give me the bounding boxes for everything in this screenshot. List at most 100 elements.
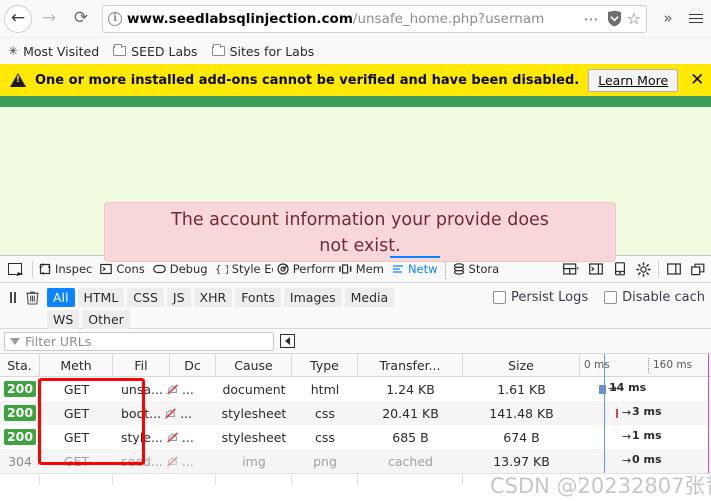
devtools-filter-bar: All HTML CSS JS XHR Fonts Images Media W…: [0, 283, 711, 329]
cell-type: png: [313, 453, 337, 469]
column-header-domain[interactable]: Dc: [170, 353, 216, 377]
column-header-file[interactable]: Fil: [113, 353, 170, 377]
waterfall-tick-0ms: 0 ms: [584, 358, 610, 371]
tab-label: Mem: [355, 262, 384, 276]
folder-icon: [113, 44, 127, 56]
filter-chip-js[interactable]: JS: [166, 288, 191, 307]
cell-transferred: 685 B: [392, 429, 429, 445]
watermark: CSDN @20232807张哲: [490, 474, 711, 498]
account-error-alert: The account information your provide doe…: [104, 202, 616, 262]
filter-chip-css[interactable]: CSS: [127, 288, 164, 307]
divider: [658, 260, 659, 278]
alert-line-1: The account information your provide doe…: [171, 210, 549, 231]
shield-icon[interactable]: [607, 10, 622, 27]
cell-status: 200: [0, 429, 40, 445]
domain-text: ...: [180, 405, 192, 421]
filter-chip-media[interactable]: Media: [344, 288, 395, 307]
tab-label: Inspec: [55, 262, 93, 276]
collapse-panel-icon[interactable]: [280, 334, 295, 348]
column-header-type[interactable]: Type: [292, 353, 358, 377]
close-icon[interactable]: ✕: [687, 71, 707, 89]
forward-arrow-icon[interactable]: →: [34, 4, 64, 34]
filter-chip-other[interactable]: Other: [82, 310, 130, 329]
chevron-double-right-icon[interactable]: »: [653, 4, 683, 34]
settings-gear-icon[interactable]: [632, 258, 655, 281]
column-header-method[interactable]: Meth: [40, 353, 113, 377]
cell-size: 13.97 KB: [493, 453, 550, 469]
folder-icon: [211, 44, 225, 56]
tab-console[interactable]: Cons: [96, 256, 148, 283]
cell-file: unsa... ...: [113, 382, 216, 397]
tab-performance[interactable]: Perform: [273, 256, 335, 283]
reload-icon[interactable]: ⟳: [66, 4, 96, 34]
cell-transferred: 20.41 KB: [382, 405, 439, 421]
column-header-transferred[interactable]: Transfer...: [358, 353, 463, 377]
table-header-row: Sta. Meth Fil Dc Cause Type Transfer... …: [0, 353, 711, 377]
cell-size: 674 B: [503, 429, 540, 445]
cell-type: css: [315, 429, 335, 445]
filter-chip-html[interactable]: HTML: [77, 288, 125, 307]
tab-label: Perform: [292, 262, 335, 276]
addon-notification-bar: One or more installed add-ons cannot be …: [0, 64, 711, 96]
cell-transferred: cached: [388, 453, 433, 469]
filter-chip-xhr[interactable]: XHR: [193, 288, 233, 307]
filter-chip-all[interactable]: All: [47, 288, 75, 307]
column-header-size[interactable]: Size: [463, 353, 580, 377]
pause-icon[interactable]: [4, 286, 20, 303]
navigation-toolbar: ← → ⟳ i www.seedlabsqlinjection.com/unsa…: [0, 0, 711, 38]
column-header-cause[interactable]: Cause: [216, 353, 292, 377]
tab-style-editor[interactable]: { } Style Ed: [211, 256, 273, 283]
bookmark-label: Sites for Labs: [229, 43, 315, 59]
learn-more-button[interactable]: Learn More: [588, 68, 679, 92]
bookmark-seed-labs[interactable]: SEED Labs: [113, 44, 198, 59]
table-row[interactable]: 200 GET boot... ... stylesheet css 20.41…: [0, 401, 711, 425]
back-arrow-icon[interactable]: ←: [4, 4, 32, 33]
trash-icon[interactable]: [20, 286, 47, 309]
bookmark-sites-for-labs[interactable]: Sites for Labs: [211, 43, 315, 59]
site-info-icon[interactable]: i: [108, 11, 122, 26]
tab-label: Netw: [407, 262, 438, 276]
tab-network[interactable]: Netw: [388, 255, 442, 283]
filter-chip-fonts[interactable]: Fonts: [235, 288, 281, 307]
starburst-icon: ✳: [8, 44, 19, 58]
cell-cause: img: [242, 453, 266, 469]
tab-memory[interactable]: Mem: [335, 256, 388, 283]
url-input[interactable]: www.seedlabsqlinjection.com/unsafe_home.…: [127, 11, 577, 27]
dock-side-icon[interactable]: [662, 258, 685, 281]
filter-chip-images[interactable]: Images: [283, 288, 342, 307]
table-row[interactable]: 200 GET style... ... stylesheet css 685 …: [0, 425, 711, 449]
waterfall-tick-160ms: 160 ms: [653, 358, 693, 371]
tab-inspector[interactable]: Inspec: [35, 256, 96, 283]
cell-transferred: 1.24 KB: [386, 381, 435, 397]
tab-debugger[interactable]: Debug: [149, 256, 211, 283]
devtools-options: Persist Logs Disable cach: [493, 286, 707, 305]
domain-text: ...: [181, 429, 194, 445]
url-bar[interactable]: i www.seedlabsqlinjection.com/unsafe_hom…: [102, 4, 647, 33]
table-row[interactable]: 200 GET unsa... ... document html 1.24 K…: [0, 377, 711, 401]
status-badge: 200: [3, 381, 37, 397]
domain-text: ...: [181, 453, 194, 469]
disable-cache-checkbox[interactable]: Disable cach: [604, 290, 705, 305]
warning-triangle-icon: [10, 73, 26, 87]
column-header-status[interactable]: Sta.: [0, 353, 40, 377]
bookmarks-bar: ✳ Most Visited SEED Labs Sites for Labs: [0, 38, 711, 64]
url-host: www.seedlabsqlinjection.com: [127, 10, 353, 27]
persist-logs-checkbox[interactable]: Persist Logs: [493, 290, 588, 305]
page-content: The account information your provide doe…: [0, 107, 711, 262]
star-icon[interactable]: ☆: [627, 9, 641, 28]
svg-text:{ }: { }: [215, 265, 228, 275]
filter-chip-ws[interactable]: WS: [47, 310, 80, 329]
element-picker-icon[interactable]: [0, 263, 30, 275]
tab-storage[interactable]: Stora: [449, 256, 504, 283]
request-type-filters: All HTML CSS JS XHR Fonts Images Media W…: [47, 286, 412, 329]
detach-window-icon[interactable]: [686, 258, 709, 281]
hamburger-menu-icon[interactable]: [685, 13, 707, 24]
search-input[interactable]: Filter URLs: [4, 331, 274, 351]
bookmark-most-visited[interactable]: ✳ Most Visited: [8, 44, 99, 59]
waterfall-header: 0 ms 160 ms: [580, 353, 711, 377]
divider: [444, 259, 446, 279]
ellipsis-icon[interactable]: ⋯: [582, 10, 602, 28]
cell-status: 200: [0, 381, 40, 397]
checkbox-label: Persist Logs: [511, 290, 589, 305]
tab-label: Debug: [169, 262, 208, 276]
